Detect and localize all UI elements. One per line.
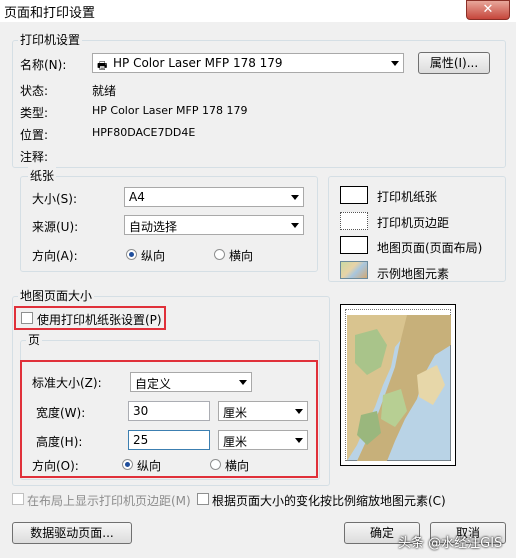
page-group-label: 页	[26, 331, 43, 348]
map-portrait-radio[interactable]	[122, 459, 133, 470]
legend-printer-paper: 打印机纸张	[377, 190, 438, 204]
show-margins-checkbox[interactable]	[12, 493, 24, 505]
paper-portrait-radio[interactable]	[126, 249, 137, 260]
map-portrait-label: 纵向	[137, 459, 162, 473]
chevron-down-icon	[239, 380, 247, 385]
paper-size-select[interactable]: A4	[124, 187, 304, 207]
show-margins-label: 在布局上显示打印机页边距(M)	[27, 494, 191, 508]
location-label: 位置:	[20, 128, 49, 142]
scale-elements-label: 根据页面大小的变化按比例缩放地图元素(C)	[212, 494, 446, 508]
width-unit-select[interactable]: 厘米	[218, 401, 308, 421]
dialog-title: 页面和打印设置	[4, 6, 96, 21]
paper-size-label: 大小(S):	[32, 192, 78, 206]
use-printer-paper-label: 使用打印机纸张设置(P)	[37, 313, 162, 327]
std-size-select[interactable]: 自定义	[130, 372, 252, 392]
map-landscape-label: 横向	[225, 459, 250, 473]
watermark: 头条 @水经注GIS	[398, 536, 503, 551]
paper-landscape-label: 横向	[229, 249, 254, 263]
status-value: 就绪	[92, 84, 117, 98]
paper-source-label: 来源(U):	[32, 220, 79, 234]
page-preview	[340, 304, 456, 466]
std-size-label: 标准大小(Z):	[32, 376, 102, 390]
printer-name-select[interactable]: 🖶 HP Color Laser MFP 178 179	[92, 53, 404, 73]
data-driven-pages-button[interactable]: 数据驱动页面...	[12, 522, 132, 544]
paper-source-select[interactable]: 自动选择	[124, 215, 304, 235]
paper-portrait-label: 纵向	[141, 249, 166, 263]
close-button[interactable]: ✕	[466, 0, 510, 20]
legend-sample: 示例地图元素	[377, 267, 450, 281]
width-label: 宽度(W):	[36, 406, 86, 420]
printer-settings-label: 打印机设置	[18, 31, 83, 48]
location-value: HPF80DACE7DD4E	[92, 126, 196, 139]
paper-landscape-radio[interactable]	[214, 249, 225, 260]
dialog-window: 页面和打印设置 ✕ 打印机设置 名称(N): 🖶 HP Color Laser …	[0, 0, 516, 558]
legend-map-page: 地图页面(页面布局)	[377, 241, 483, 255]
printer-margin-swatch	[340, 212, 368, 230]
paper-orientation-label: 方向(A):	[32, 249, 78, 263]
printer-icon: 🖶	[97, 59, 108, 72]
sample-map-swatch	[340, 261, 368, 279]
status-label: 状态:	[20, 84, 49, 98]
chevron-down-icon	[295, 409, 303, 414]
use-printer-paper-checkbox[interactable]	[21, 312, 33, 324]
comment-label: 注释:	[20, 150, 49, 164]
printer-properties-button[interactable]: 属性(I)...	[418, 52, 490, 74]
map-orientation-label: 方向(O):	[32, 459, 79, 473]
map-landscape-radio[interactable]	[210, 459, 221, 470]
scale-elements-checkbox[interactable]	[197, 493, 209, 505]
paper-group-label: 纸张	[28, 167, 57, 184]
chevron-down-icon	[291, 195, 299, 200]
height-unit-select[interactable]: 厘米	[218, 430, 308, 450]
height-label: 高度(H):	[36, 435, 83, 449]
chevron-down-icon	[295, 438, 303, 443]
type-label: 类型:	[20, 106, 49, 120]
type-value: HP Color Laser MFP 178 179	[92, 104, 248, 117]
legend-printer-margin: 打印机页边距	[377, 216, 450, 230]
map-page-swatch	[340, 236, 368, 254]
map-page-size-label: 地图页面大小	[18, 287, 95, 304]
title-bar: 页面和打印设置 ✕	[0, 0, 516, 22]
chevron-down-icon	[391, 61, 399, 66]
height-input[interactable]: 25	[128, 430, 210, 450]
chevron-down-icon	[291, 223, 299, 228]
printer-name-label: 名称(N):	[20, 58, 67, 72]
printer-paper-swatch	[340, 186, 368, 204]
width-input[interactable]: 30	[128, 401, 210, 421]
preview-map	[347, 315, 451, 461]
